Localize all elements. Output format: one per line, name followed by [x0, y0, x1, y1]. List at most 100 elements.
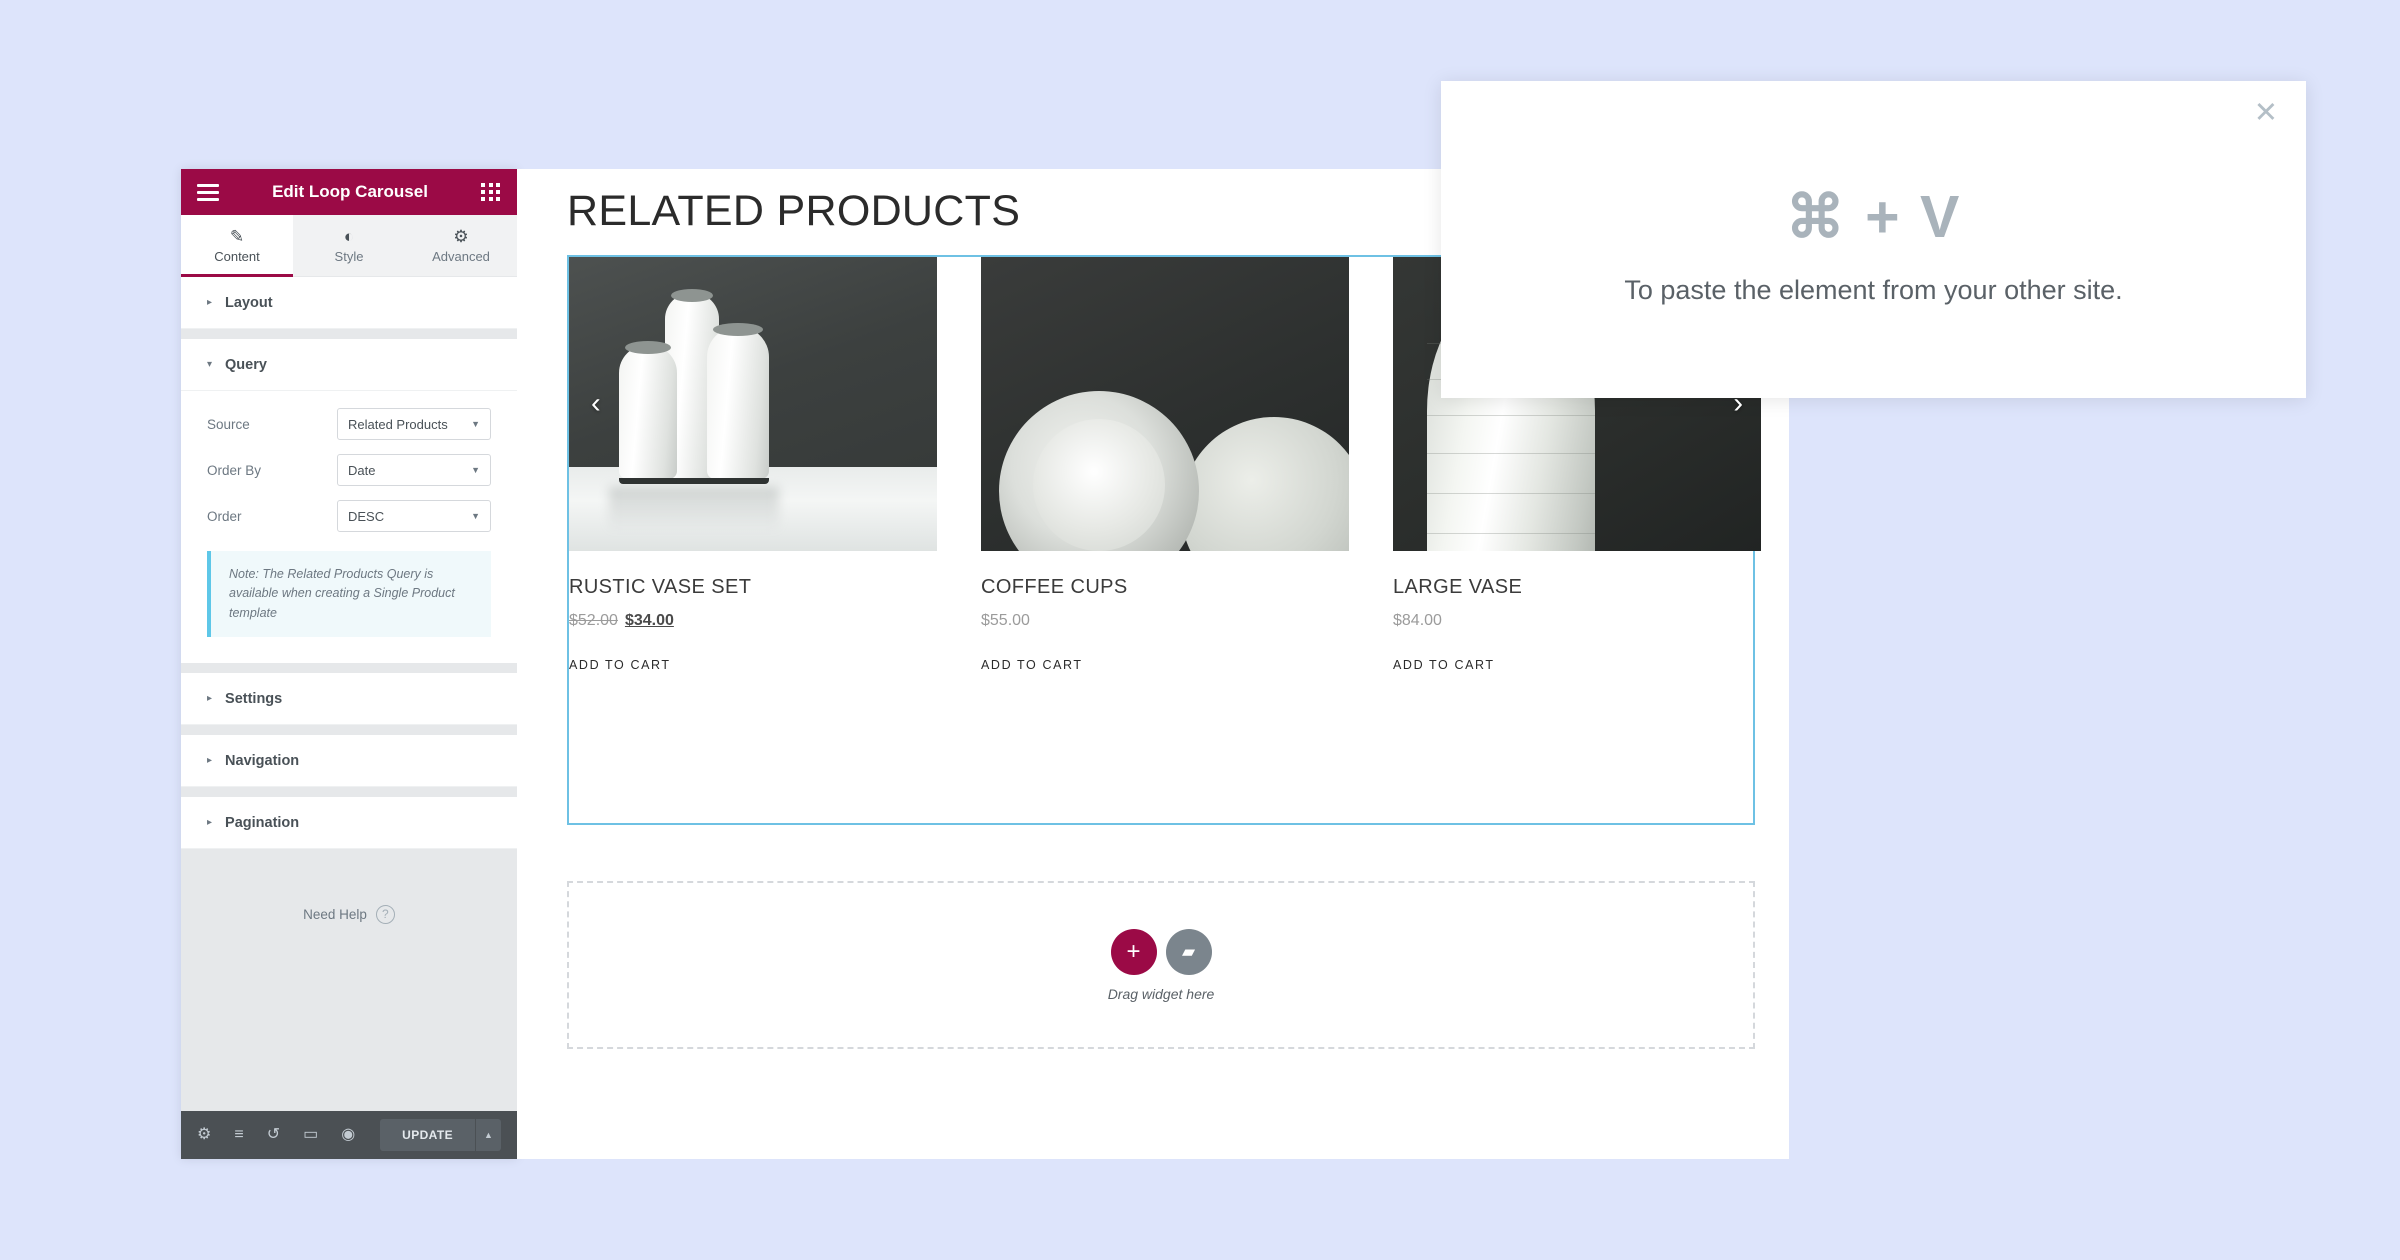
- query-controls: Source Related Products ▼ Order By Date …: [181, 391, 517, 664]
- pencil-icon: ✎: [229, 226, 245, 246]
- panel-title: Edit Loop Carousel: [272, 182, 428, 201]
- section-divider: [181, 663, 517, 674]
- navigator-layers-icon[interactable]: ≡: [234, 1127, 243, 1143]
- need-help-row: Need Help ?: [181, 849, 517, 980]
- source-select[interactable]: Related Products ▼: [337, 408, 491, 440]
- gear-icon: ⚙: [453, 226, 469, 246]
- section-layout[interactable]: ▸ Layout: [181, 277, 517, 329]
- chevron-down-icon: ▾: [207, 358, 213, 370]
- section-pagination-label: Pagination: [225, 814, 300, 831]
- folder-template-icon[interactable]: ▰: [1165, 928, 1212, 975]
- dropzone-buttons: + ▰: [1110, 928, 1212, 975]
- history-icon[interactable]: ↺: [267, 1127, 280, 1143]
- widget-dropzone[interactable]: + ▰ Drag widget here: [567, 881, 1755, 1049]
- control-order: Order DESC ▼: [207, 493, 491, 539]
- carousel-next-arrow-icon[interactable]: ›: [1733, 389, 1743, 419]
- elementor-editor-panel: Edit Loop Carousel ✎ Content ◐ Style ⚙ A…: [181, 169, 517, 1159]
- cup-side: [1181, 417, 1349, 551]
- order-by-select[interactable]: Date ▼: [337, 454, 491, 486]
- dropzone-label: Drag widget here: [1107, 985, 1215, 1002]
- query-note: Note: The Related Products Query is avai…: [207, 551, 491, 638]
- section-navigation[interactable]: ▸ Navigation: [181, 735, 517, 788]
- product-image-coffee-cups: [981, 257, 1349, 551]
- add-to-cart-button[interactable]: ADD TO CART: [981, 658, 1349, 672]
- carousel-prev-arrow-icon[interactable]: ‹: [591, 389, 601, 419]
- chevron-down-icon: ▼: [471, 419, 480, 429]
- control-source: Source Related Products ▼: [207, 401, 491, 447]
- add-to-cart-button[interactable]: ADD TO CART: [569, 658, 937, 672]
- section-layout-label: Layout: [225, 294, 273, 311]
- chevron-right-icon: ▸: [207, 692, 213, 704]
- product-card[interactable]: COFFEE CUPS $55.00 ADD TO CART: [981, 257, 1349, 823]
- panel-footer: ⚙ ≡ ↺ ▭ ◉ UPDATE ▲: [181, 1111, 517, 1159]
- section-settings-label: Settings: [225, 690, 283, 707]
- modal-message: To paste the element from your other sit…: [1624, 274, 2123, 305]
- chevron-right-icon: ▸: [207, 296, 213, 308]
- section-divider: [181, 725, 517, 736]
- product-title[interactable]: RUSTIC VASE SET: [569, 576, 937, 599]
- chevron-right-icon: ▸: [207, 754, 213, 766]
- section-query-label: Query: [225, 356, 267, 373]
- source-label: Source: [207, 416, 250, 432]
- section-navigation-label: Navigation: [225, 752, 300, 769]
- update-options-caret-icon[interactable]: ▲: [475, 1119, 501, 1151]
- need-help-label: Need Help: [303, 906, 367, 922]
- product-price: $84.00: [1393, 612, 1442, 629]
- keyboard-shortcut: ⌘ + V: [1785, 183, 1962, 250]
- product-image-rustic-vase-set: ‹: [569, 257, 937, 551]
- panel-tabs: ✎ Content ◐ Style ⚙ Advanced: [181, 215, 517, 277]
- chevron-right-icon: ▸: [207, 816, 213, 828]
- tab-style[interactable]: ◐ Style: [293, 215, 405, 276]
- add-widget-icon[interactable]: +: [1110, 928, 1157, 975]
- source-value: Related Products: [348, 416, 448, 432]
- modal-body: ⌘ + V To paste the element from your oth…: [1441, 81, 2306, 398]
- tab-style-label: Style: [334, 248, 364, 264]
- panel-header: Edit Loop Carousel: [181, 169, 517, 215]
- vase-mid: [707, 323, 769, 484]
- tab-advanced[interactable]: ⚙ Advanced: [405, 215, 517, 276]
- section-pagination[interactable]: ▸ Pagination: [181, 797, 517, 850]
- order-value: DESC: [348, 508, 385, 524]
- add-to-cart-button[interactable]: ADD TO CART: [1393, 658, 1761, 672]
- vase-lip: [671, 289, 713, 302]
- responsive-mode-icon[interactable]: ▭: [303, 1127, 318, 1143]
- cup-inner: [1033, 419, 1165, 551]
- price-sale: $34.00: [624, 612, 674, 629]
- chevron-down-icon: ▼: [471, 465, 480, 475]
- paste-element-modal: ✕ ⌘ + V To paste the element from your o…: [1441, 81, 2306, 398]
- chevron-down-icon: ▼: [471, 511, 480, 521]
- vase-lip: [625, 341, 671, 354]
- section-settings[interactable]: ▸ Settings: [181, 673, 517, 726]
- cup-main: [999, 391, 1199, 551]
- vase-short: [619, 341, 677, 484]
- order-select[interactable]: DESC ▼: [337, 500, 491, 532]
- panel-sections: ▸ Layout ▾ Query Source Related Products…: [181, 277, 517, 1111]
- update-button[interactable]: UPDATE: [380, 1119, 475, 1151]
- tab-content[interactable]: ✎ Content: [181, 215, 293, 277]
- screen-root: Edit Loop Carousel ✎ Content ◐ Style ⚙ A…: [0, 0, 2400, 1260]
- vase-lip: [713, 323, 763, 336]
- product-price: $52.00 $34.00: [569, 612, 937, 630]
- reflection: [609, 487, 779, 531]
- control-order-by: Order By Date ▼: [207, 447, 491, 493]
- tab-advanced-label: Advanced: [432, 248, 490, 264]
- product-card[interactable]: ‹ RUSTIC VASE SET $52.00 $34.00 ADD TO CA…: [569, 257, 937, 823]
- product-price: $55.00: [981, 612, 1030, 629]
- page-title: RELATED PRODUCTS: [567, 187, 1021, 235]
- preview-eye-icon[interactable]: ◉: [341, 1127, 355, 1143]
- question-mark-icon[interactable]: ?: [375, 904, 395, 924]
- order-label: Order: [207, 508, 242, 524]
- section-divider: [181, 329, 517, 339]
- hamburger-menu-icon[interactable]: [197, 183, 219, 201]
- contrast-icon: ◐: [343, 226, 355, 246]
- section-divider: [181, 787, 517, 798]
- tab-content-label: Content: [214, 248, 260, 264]
- update-button-group: UPDATE ▲: [380, 1119, 501, 1151]
- price-original: $52.00: [569, 612, 618, 629]
- widgets-grid-icon[interactable]: [481, 183, 501, 201]
- section-query[interactable]: ▾ Query: [181, 339, 517, 391]
- order-by-value: Date: [348, 462, 376, 478]
- product-title[interactable]: LARGE VASE: [1393, 576, 1761, 599]
- settings-gear-icon[interactable]: ⚙: [197, 1127, 211, 1143]
- product-title[interactable]: COFFEE CUPS: [981, 576, 1349, 599]
